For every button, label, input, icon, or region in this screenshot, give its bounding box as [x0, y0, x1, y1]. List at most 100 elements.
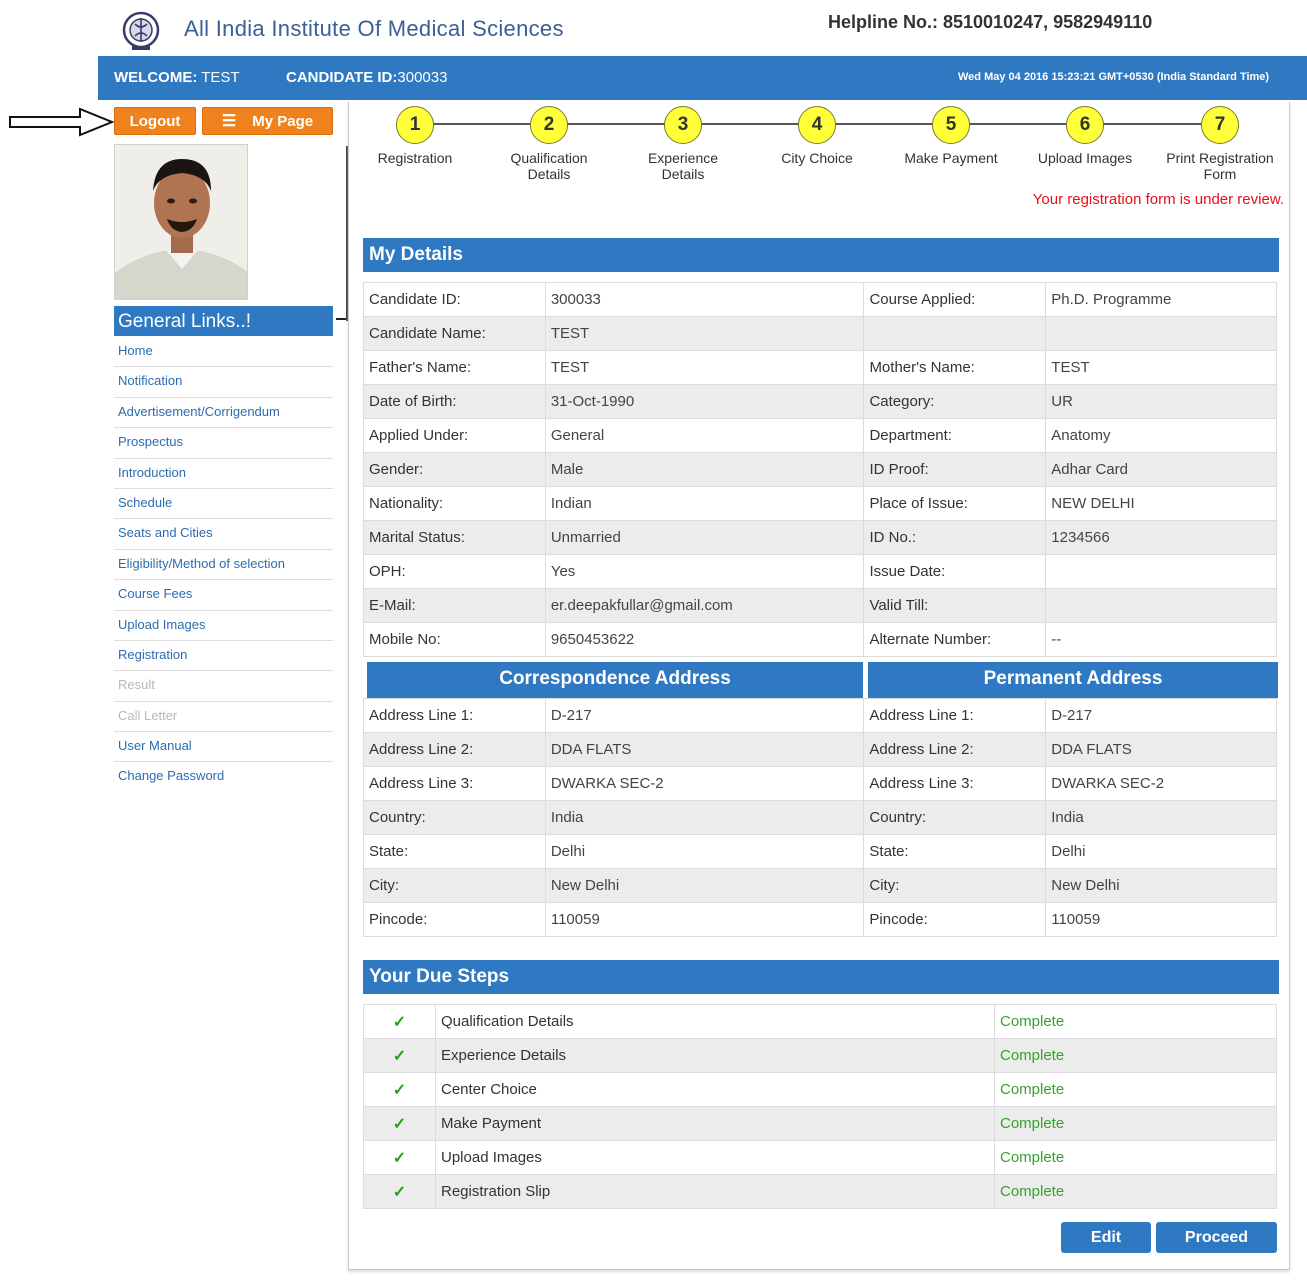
field-label	[863, 316, 1047, 351]
address-table: Address Line 1: D-217 Address Line 1: D-217…	[363, 698, 1277, 937]
sidebar-link-prospectus[interactable]: Prospectus	[114, 428, 333, 459]
field-value: India	[1045, 800, 1277, 835]
table-row: Pincode: 110059 Pincode: 110059	[363, 902, 1277, 937]
due-step-status: Complete	[994, 1106, 1277, 1141]
table-row: Gender: Male ID Proof: Adhar Card	[363, 452, 1277, 487]
current-datetime: Wed May 04 2016 15:23:21 GMT+0530 (India…	[958, 71, 1270, 83]
field-label: Address Line 1:	[363, 698, 546, 733]
sidebar-link-course-fees[interactable]: Course Fees	[114, 580, 333, 611]
due-step-name: Make Payment	[435, 1106, 995, 1141]
sidebar-link-notification[interactable]: Notification	[114, 367, 333, 398]
field-label: Pincode:	[863, 902, 1047, 937]
table-row: Address Line 3: DWARKA SEC-2 Address Line …	[363, 766, 1277, 801]
sidebar-link-schedule[interactable]: Schedule	[114, 489, 333, 520]
table-row: Mobile No: 9650453622 Alternate Number: --	[363, 622, 1277, 657]
field-label: Address Line 3:	[863, 766, 1047, 801]
field-label: Alternate Number:	[863, 622, 1047, 657]
field-label: E-Mail:	[363, 588, 546, 623]
field-label: State:	[863, 834, 1047, 869]
field-label: State:	[363, 834, 546, 869]
field-label: Date of Birth:	[363, 384, 546, 419]
step-number: 1	[396, 106, 434, 144]
field-value: DWARKA SEC-2	[544, 766, 865, 801]
field-value: 9650453622	[544, 622, 865, 657]
field-label: Address Line 3:	[363, 766, 546, 801]
sidebar-link-change-password[interactable]: Change Password	[114, 762, 333, 792]
step-number: 6	[1066, 106, 1104, 144]
step-make-payment[interactable]: 5 Make Payment	[881, 102, 1021, 166]
field-label: Nationality:	[363, 486, 546, 521]
step-label: Print Registration Form	[1166, 150, 1274, 182]
sidebar-link-seats-cities[interactable]: Seats and Cities	[114, 519, 333, 550]
field-label: Father's Name:	[363, 350, 546, 385]
step-registration[interactable]: 1 Registration	[345, 102, 485, 166]
table-row: Country: India Country: India	[363, 800, 1277, 835]
field-value: --	[1045, 622, 1277, 657]
field-label: Department:	[863, 418, 1047, 453]
step-city-choice[interactable]: 4 City Choice	[747, 102, 887, 166]
sidebar-link-introduction[interactable]: Introduction	[114, 459, 333, 489]
my-page-button[interactable]: ☰ My Page	[202, 107, 333, 135]
field-label: Address Line 1:	[863, 698, 1047, 733]
my-details-table: Candidate ID: 300033 Course Applied: Ph.D. …	[363, 282, 1277, 657]
field-value: Male	[544, 452, 865, 487]
table-row: State: Delhi State: Delhi	[363, 834, 1277, 869]
step-label: Experience Details	[647, 150, 719, 182]
due-step-row: ✓ Registration Slip Complete	[363, 1174, 1277, 1209]
candidate-photo-image	[115, 145, 247, 299]
sidebar-link-advertisement[interactable]: Advertisement/Corrigendum	[114, 398, 333, 429]
due-step-name: Qualification Details	[435, 1004, 995, 1039]
field-label: Course Applied:	[863, 282, 1047, 317]
field-label: OPH:	[363, 554, 546, 589]
table-row: Applied Under: General Department: Anatomy	[363, 418, 1277, 453]
field-label: Place of Issue:	[863, 486, 1047, 521]
field-label: Mother's Name:	[863, 350, 1047, 385]
welcome-bar: WELCOME: TEST CANDIDATE ID:300033 Wed Ma…	[98, 56, 1307, 100]
field-value: India	[544, 800, 865, 835]
check-icon: ✓	[363, 1004, 436, 1039]
field-label: Issue Date:	[863, 554, 1047, 589]
proceed-button[interactable]: Proceed	[1156, 1222, 1277, 1253]
field-value	[1045, 588, 1277, 623]
step-qualification[interactable]: 2 Qualification Details	[479, 102, 619, 182]
permanent-address-header: Permanent Address	[868, 662, 1278, 698]
sidebar-link-home[interactable]: Home	[114, 337, 333, 368]
due-step-status: Complete	[994, 1004, 1277, 1039]
field-value: TEST	[1045, 350, 1277, 385]
registration-stepper: 1 Registration 2 Qualification Details 3 …	[348, 102, 1290, 188]
aiims-emblem-icon	[122, 11, 160, 50]
sidebar-link-eligibility[interactable]: Eligibility/Method of selection	[114, 550, 333, 581]
field-value: General	[544, 418, 865, 453]
sidebar-link-upload-images[interactable]: Upload Images	[114, 611, 333, 641]
sidebar-link-result: Result	[114, 671, 333, 702]
check-icon: ✓	[363, 1072, 436, 1107]
sidebar-link-registration[interactable]: Registration	[114, 641, 333, 672]
field-value: Indian	[544, 486, 865, 521]
step-label: Upload Images	[1037, 150, 1133, 166]
logout-button[interactable]: Logout	[114, 107, 196, 135]
step-print-form[interactable]: 7 Print Registration Form	[1150, 102, 1290, 182]
field-value: 110059	[544, 902, 865, 937]
table-row: Candidate Name: TEST	[363, 316, 1277, 351]
sidebar-link-user-manual[interactable]: User Manual	[114, 732, 333, 763]
step-label: Make Payment	[904, 150, 998, 166]
field-label: City:	[363, 868, 546, 903]
table-row: Date of Birth: 31-Oct-1990 Category: UR	[363, 384, 1277, 419]
general-links-header: General Links..!	[114, 306, 333, 336]
edit-button[interactable]: Edit	[1061, 1222, 1151, 1253]
due-steps-header: Your Due Steps	[363, 960, 1279, 994]
field-value: DDA FLATS	[544, 732, 865, 767]
candidate-photo	[114, 144, 248, 300]
step-upload-images[interactable]: 6 Upload Images	[1015, 102, 1155, 166]
field-value	[1045, 554, 1277, 589]
field-value: NEW DELHI	[1045, 486, 1277, 521]
step-experience[interactable]: 3 Experience Details	[613, 102, 753, 182]
sidebar-links: Home Notification Advertisement/Corrigen…	[114, 337, 333, 793]
due-steps-table: ✓ Qualification Details Complete ✓ Experienc…	[363, 1004, 1277, 1209]
welcome-text: WELCOME: TEST	[114, 69, 240, 86]
due-step-status: Complete	[994, 1072, 1277, 1107]
annotation-tick	[336, 318, 346, 320]
field-value: DWARKA SEC-2	[1045, 766, 1277, 801]
check-icon: ✓	[363, 1106, 436, 1141]
due-step-name: Center Choice	[435, 1072, 995, 1107]
